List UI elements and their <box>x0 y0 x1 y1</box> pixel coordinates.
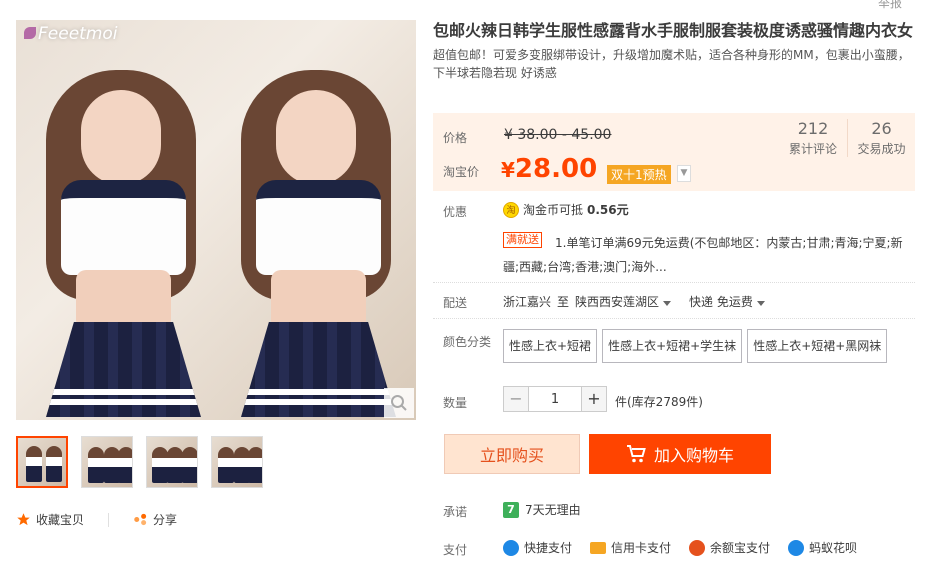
ship-from: 浙江嘉兴 <box>503 295 552 309</box>
thumbnail-3[interactable] <box>146 436 198 488</box>
report-link[interactable]: 举报 <box>878 0 902 11</box>
thumbnail-1[interactable] <box>16 436 68 488</box>
main-product-image[interactable]: Feeetmoi <box>16 20 416 420</box>
chevron-down-icon[interactable]: ▼ <box>677 165 691 182</box>
promotion-label: 优惠 <box>443 205 468 219</box>
thumbnail-2[interactable] <box>81 436 133 488</box>
favorite-label: 收藏宝贝 <box>36 513 85 527</box>
payment-yuebao[interactable]: 余额宝支付 <box>689 539 770 556</box>
add-to-cart-label: 加入购物车 <box>653 446 734 465</box>
promotion-section: 优惠 淘 淘金币可抵 0.56元 1.单笔订单满69元免运费(不包邮地区：内蒙古;… <box>433 191 915 283</box>
seven-day-icon: 7 <box>503 501 519 518</box>
payment-quickpay[interactable]: 快捷支付 <box>503 539 572 556</box>
payment-label: 支付 <box>443 543 468 557</box>
huabei-icon <box>788 539 805 556</box>
quantity-stepper: − + <box>503 386 607 412</box>
quickpay-icon <box>503 539 519 556</box>
product-title: 包邮火辣日韩学生服性感露背水手服制服套装极度诱惑骚情趣内衣女 <box>433 21 914 40</box>
share-label: 分享 <box>153 513 178 527</box>
brand-logo: Feeetmoi <box>24 24 118 44</box>
product-info: 包邮火辣日韩学生服性感露背水手服制服套装极度诱惑骚情趣内衣女 超值包邮！可爱多变… <box>433 20 915 82</box>
quantity-input[interactable] <box>529 386 581 412</box>
taobao-price-label: 淘宝价 <box>443 165 480 179</box>
thumbnail-strip <box>16 436 263 488</box>
promo-badge: 双十1预热 <box>607 165 671 184</box>
seven-day-return[interactable]: 7 7天无理由 <box>503 501 581 518</box>
thumbnail-4[interactable] <box>211 436 263 488</box>
cart-icon <box>626 445 646 463</box>
deals-stat: 26 交易成功 <box>847 119 915 157</box>
stock-info: 件(库存2789件) <box>615 395 703 409</box>
delivery-label: 配送 <box>443 296 468 310</box>
promise-label: 承诺 <box>443 505 468 519</box>
star-icon <box>17 513 30 526</box>
coin-icon: 淘 <box>503 201 519 218</box>
add-to-cart-button[interactable]: 加入购物车 <box>589 434 771 474</box>
taojinbi-offer: 淘 淘金币可抵 0.56元 <box>503 201 629 218</box>
payment-huabei[interactable]: 蚂蚁花呗 <box>788 539 857 556</box>
magnifier-icon[interactable] <box>384 388 414 418</box>
share-button[interactable]: 分享 <box>133 511 177 528</box>
item-actions: 收藏宝贝 分享 <box>16 511 177 528</box>
decrease-button[interactable]: − <box>503 386 529 412</box>
current-price: ¥28.00 <box>501 154 598 184</box>
promo-tag: 满就送 <box>503 232 542 248</box>
free-shipping-detail: 1.单笔订单满69元免运费(不包邮地区：内蒙古;甘肃;青海;宁夏;新疆;西藏;台… <box>503 236 903 274</box>
share-icon <box>134 513 147 526</box>
delivery-row: 配送 浙江嘉兴 至 陕西西安莲湖区 快递 免运费 <box>433 283 915 319</box>
reviews-stat[interactable]: 212 累计评论 <box>779 119 847 157</box>
chevron-down-icon <box>663 301 672 306</box>
price-label: 价格 <box>443 131 468 145</box>
product-subtitle: 超值包邮！可爱多变服绑带设计，升级增加魔术贴，适合各种身形的MM，包裹出小蛮腰，… <box>433 48 910 80</box>
credit-card-icon <box>590 541 607 554</box>
original-price: ¥ 38.00 - 45.00 <box>504 127 612 143</box>
destination-selector[interactable]: 陕西西安莲湖区 <box>575 293 672 310</box>
color-option-2[interactable]: 性感上衣+短裙+学生袜 <box>602 329 743 363</box>
quantity-label: 数量 <box>443 396 468 410</box>
color-option-1[interactable]: 性感上衣+短裙 <box>503 329 598 363</box>
price-panel: 价格 ¥ 38.00 - 45.00 淘宝价 ¥28.00 双十1预热 ▼ 21… <box>433 113 915 191</box>
favorite-button[interactable]: 收藏宝贝 <box>16 511 84 528</box>
payment-credit-card[interactable]: 信用卡支付 <box>590 539 671 556</box>
increase-button[interactable]: + <box>581 386 607 412</box>
shipping-method-selector[interactable]: 快递 免运费 <box>689 293 765 310</box>
color-label: 颜色分类 <box>443 335 492 349</box>
buy-now-button[interactable]: 立即购买 <box>444 434 580 474</box>
yuebao-icon <box>689 539 706 556</box>
color-option-3[interactable]: 性感上衣+短裙+黑网袜 <box>747 329 888 363</box>
model-figure-left <box>26 60 216 420</box>
model-figure-right <box>221 60 411 420</box>
chevron-down-icon <box>756 301 765 306</box>
sales-stats: 212 累计评论 26 交易成功 <box>779 119 915 157</box>
